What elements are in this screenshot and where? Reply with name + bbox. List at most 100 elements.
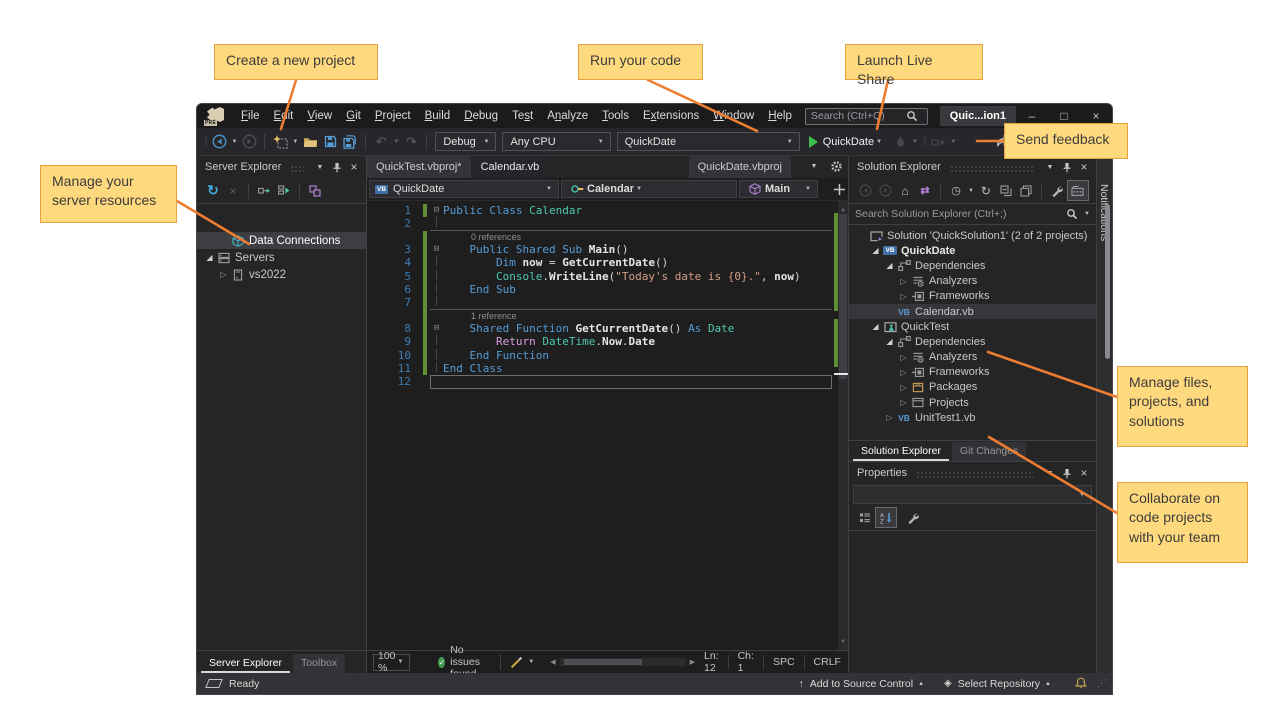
categorized-view-button[interactable] xyxy=(857,508,873,528)
tab-server-explorer[interactable]: Server Explorer xyxy=(201,654,290,673)
split-window-icon[interactable] xyxy=(369,179,385,199)
tree-item-dependencies[interactable]: ◢Dependencies xyxy=(849,334,1096,349)
expander-closed-icon[interactable]: ▷ xyxy=(897,398,910,407)
add-to-source-control-button[interactable]: ↑ Add to Source Control ▲ xyxy=(799,678,925,690)
tree-item-data-connections[interactable]: Data Connections xyxy=(197,232,366,249)
tab-git-changes[interactable]: Git Changes xyxy=(952,442,1026,461)
connect-to-server-button[interactable] xyxy=(276,181,292,201)
menu-project[interactable]: Project xyxy=(368,106,418,126)
run-dropdown-icon[interactable]: ▼ xyxy=(876,139,882,145)
preview-selected-items-button[interactable] xyxy=(1018,181,1034,201)
window-position-dropdown-icon[interactable]: ▼ xyxy=(312,159,328,175)
stop-refresh-button[interactable]: × xyxy=(225,181,241,201)
code-cleanup-icon[interactable] xyxy=(508,652,524,672)
tree-item-analyzers[interactable]: ▷Analyzers xyxy=(849,274,1096,289)
search-icon[interactable] xyxy=(1064,204,1080,224)
connect-to-database-button[interactable] xyxy=(256,181,272,201)
editor-options-gear-icon[interactable] xyxy=(828,156,844,176)
scroll-down-icon[interactable]: ▼ xyxy=(838,635,848,648)
save-button[interactable] xyxy=(322,132,338,152)
show-all-files-button[interactable] xyxy=(1067,180,1089,201)
hot-reload-button[interactable] xyxy=(892,132,908,152)
close-panel-icon[interactable]: × xyxy=(1076,159,1092,175)
codelens-row[interactable]: 0 references xyxy=(367,231,848,243)
menu-extensions[interactable]: Extensions xyxy=(636,106,706,126)
codelens-row[interactable]: 1 reference xyxy=(367,310,848,322)
window-position-dropdown-icon[interactable]: ▼ xyxy=(1042,159,1058,175)
new-project-dropdown-icon[interactable]: ▼ xyxy=(292,139,298,145)
project-nav-dropdown[interactable]: VB QuickDate▼ xyxy=(369,180,559,198)
pending-changes-filter-button[interactable]: ◷ xyxy=(948,181,964,201)
panel-drag-texture[interactable] xyxy=(290,165,304,172)
property-pages-button[interactable] xyxy=(905,508,921,528)
navigate-back-button[interactable] xyxy=(211,132,227,152)
tab-toolbox[interactable]: Toolbox xyxy=(293,654,345,673)
tree-item-frameworks[interactable]: ▷Frameworks xyxy=(849,365,1096,380)
tab-solution-explorer[interactable]: Solution Explorer xyxy=(853,442,949,461)
expander-open-icon[interactable]: ◢ xyxy=(883,261,896,270)
tree-item-projects[interactable]: ▷Projects xyxy=(849,395,1096,410)
background-tasks-icon[interactable] xyxy=(205,679,223,688)
menu-git[interactable]: Git xyxy=(339,106,368,126)
menu-help[interactable]: Help xyxy=(761,106,799,126)
expander-closed-icon[interactable]: ▷ xyxy=(897,353,910,362)
code-line-6[interactable]: 6│ End Sub xyxy=(367,283,848,296)
code-line-7[interactable]: 7│ xyxy=(367,296,848,309)
undo-button[interactable]: ↶ xyxy=(373,132,389,152)
menu-edit[interactable]: Edit xyxy=(267,106,301,126)
search-box[interactable]: Search (Ctrl+Q) xyxy=(805,108,928,125)
pin-icon[interactable] xyxy=(329,159,345,175)
menu-window[interactable]: Window xyxy=(706,106,761,126)
tree-item-frameworks[interactable]: ▷Frameworks xyxy=(849,289,1096,304)
save-all-button[interactable] xyxy=(342,132,358,152)
attach-button[interactable] xyxy=(930,132,946,152)
back-dropdown-icon[interactable]: ▼ xyxy=(231,139,237,145)
tree-item-vs2022[interactable]: ▷vs2022 xyxy=(197,266,366,283)
menu-build[interactable]: Build xyxy=(418,106,458,126)
code-line-1[interactable]: 1⊟Public Class Calendar xyxy=(367,204,848,217)
open-file-button[interactable] xyxy=(302,132,318,152)
menu-test[interactable]: Test xyxy=(505,106,540,126)
notifications-bell-icon[interactable] xyxy=(1073,674,1089,694)
outlining-collapse-icon[interactable]: ⊟ xyxy=(430,322,443,335)
menu-debug[interactable]: Debug xyxy=(457,106,505,126)
line-ending-indicator[interactable]: CRLF xyxy=(804,655,850,669)
search-options-dropdown-icon[interactable]: ▼ xyxy=(1084,211,1090,217)
scrollbar-thumb[interactable] xyxy=(564,659,642,665)
expander-closed-icon[interactable]: ▷ xyxy=(217,270,230,279)
alphabetical-sort-button[interactable]: AZ xyxy=(875,507,897,528)
collapse-all-button[interactable] xyxy=(998,181,1014,201)
menu-analyze[interactable]: Analyze xyxy=(540,106,595,126)
tree-item-dependencies[interactable]: ◢Dependencies xyxy=(849,258,1096,273)
split-window-icon[interactable] xyxy=(834,184,845,195)
pin-icon[interactable] xyxy=(1059,159,1075,175)
close-panel-icon[interactable]: × xyxy=(346,159,362,175)
zoom-dropdown[interactable]: 100 %▼ xyxy=(373,654,410,671)
tree-item-solution-quicksolution1-2-of-2-projects[interactable]: Solution 'QuickSolution1' (2 of 2 projec… xyxy=(849,228,1096,243)
expander-open-icon[interactable]: ◢ xyxy=(203,253,216,262)
class-nav-dropdown[interactable]: Calendar▼ xyxy=(561,180,737,198)
tab-calendar-vb[interactable]: Calendar.vb xyxy=(472,156,549,178)
scrollbar-thumb[interactable] xyxy=(839,214,847,379)
resize-grip[interactable]: ⋰ xyxy=(1097,678,1106,689)
menu-tools[interactable]: Tools xyxy=(595,106,636,126)
expander-open-icon[interactable]: ◢ xyxy=(869,322,882,331)
expander-open-icon[interactable]: ◢ xyxy=(869,246,882,255)
tree-item-unittest1-vb[interactable]: ▷VBUnitTest1.vb xyxy=(849,410,1096,425)
code-line-10[interactable]: 10│ End Function xyxy=(367,349,848,362)
tab-quickdate-vbproj[interactable]: QuickDate.vbproj xyxy=(689,156,791,178)
menu-view[interactable]: View xyxy=(300,106,339,126)
spaces-indicator[interactable]: SPC xyxy=(763,655,804,669)
menu-file[interactable]: File xyxy=(234,106,267,126)
horizontal-scrollbar[interactable]: ◀ ▶ xyxy=(550,658,695,666)
expander-closed-icon[interactable]: ▷ xyxy=(883,413,896,422)
navigate-forward-button[interactable] xyxy=(241,132,257,152)
se-forward-button[interactable] xyxy=(877,181,893,201)
solution-configurations-dropdown[interactable]: Debug▼ xyxy=(435,132,496,151)
expander-closed-icon[interactable]: ▷ xyxy=(897,292,910,301)
start-debugging-button[interactable]: QuickDate ▼ xyxy=(809,136,884,148)
window-position-dropdown-icon[interactable]: ▼ xyxy=(1042,465,1058,481)
sql-object-explorer-button[interactable] xyxy=(307,181,323,201)
close-panel-icon[interactable]: × xyxy=(1076,465,1092,481)
tree-item-packages[interactable]: ▷Packages xyxy=(849,380,1096,395)
